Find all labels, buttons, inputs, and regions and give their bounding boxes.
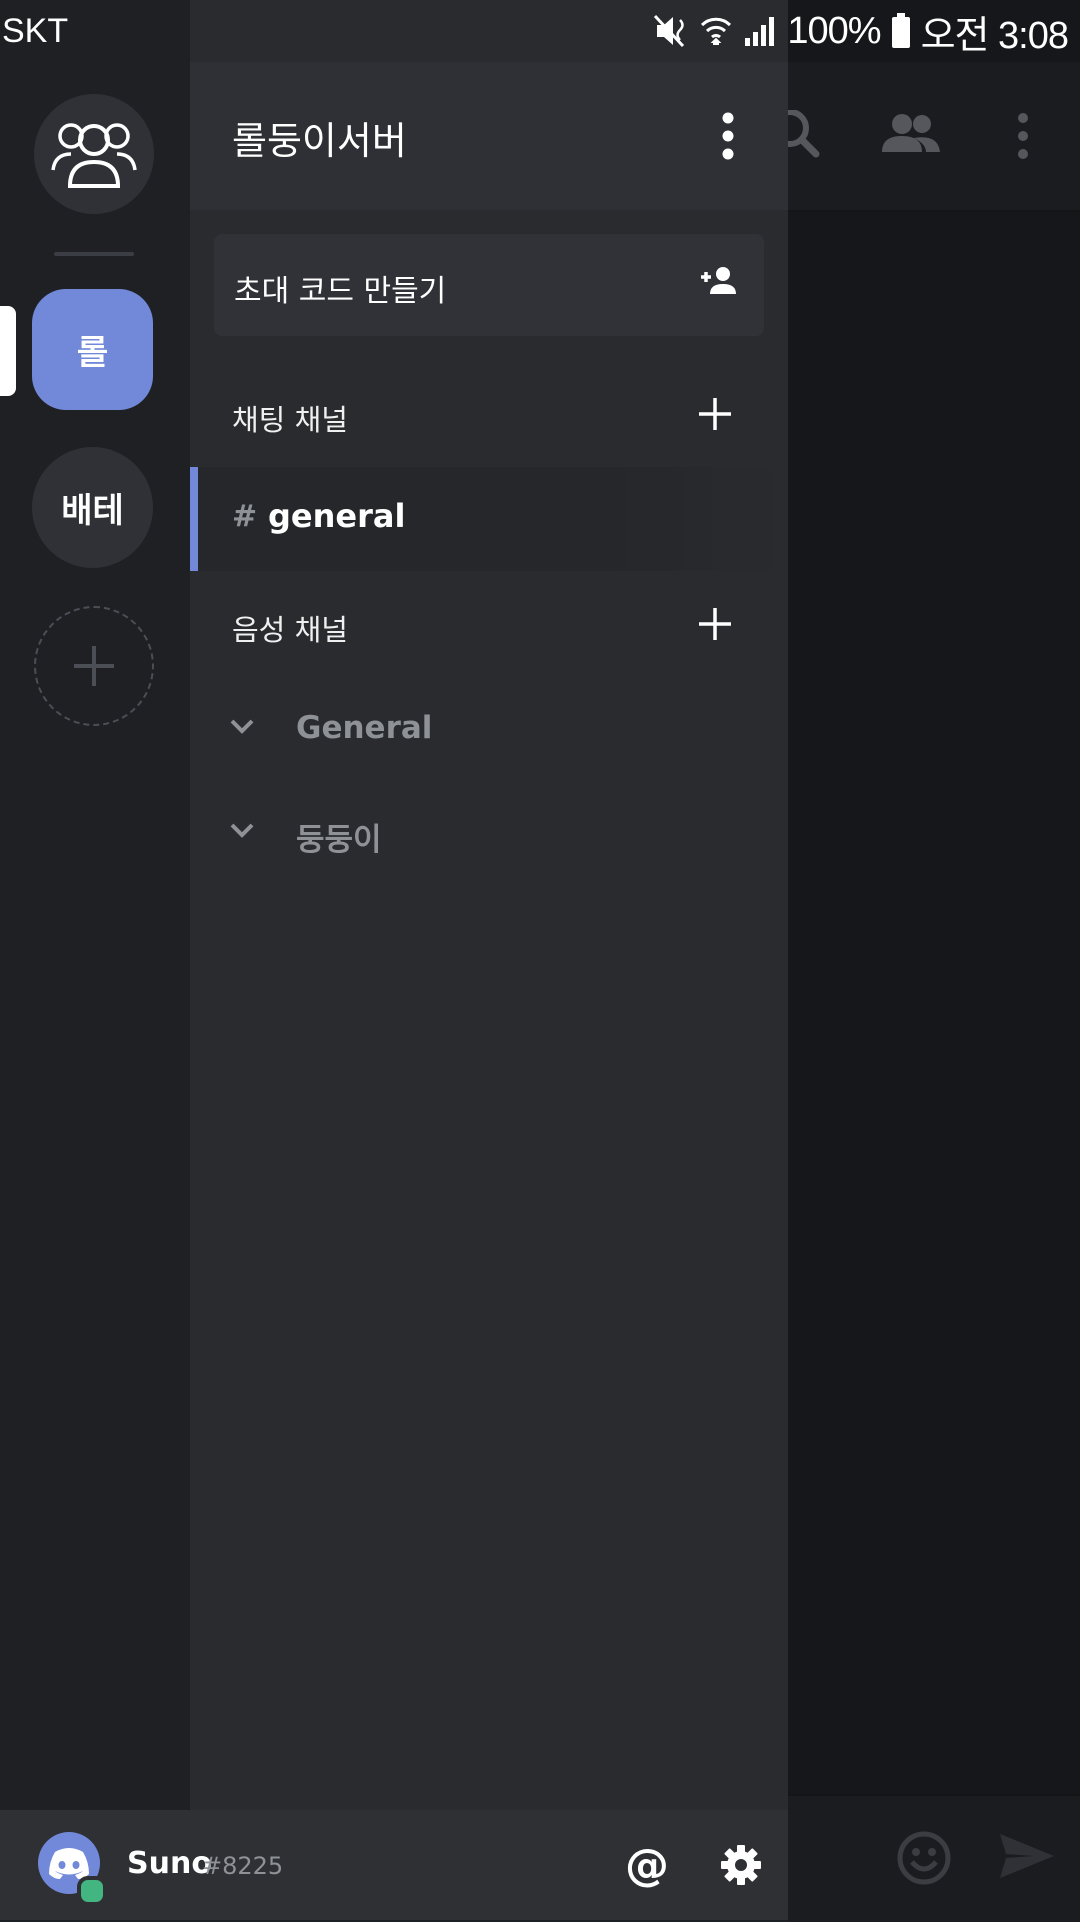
text-channel-category: 채팅 채널	[190, 379, 788, 449]
chevron-down-icon	[230, 718, 254, 734]
online-status-indicator	[77, 1876, 107, 1906]
server-icon-rol[interactable]: 롤	[32, 289, 153, 410]
server-rail: 롤 배테	[0, 0, 190, 1810]
active-server-indicator	[0, 306, 16, 396]
add-voice-channel-icon[interactable]	[696, 605, 734, 643]
voice-category-label: 음성 채널	[232, 613, 348, 647]
rail-separator	[54, 252, 134, 256]
user-panel: Suno #8225 @	[0, 1810, 788, 1920]
channel-item-general[interactable]: # general	[190, 467, 788, 571]
drawer-header[interactable]: 롤둥이서버	[190, 62, 788, 210]
chat-header	[788, 62, 1080, 212]
hash-icon: #	[232, 499, 258, 534]
text-category-label: 채팅 채널	[232, 403, 348, 437]
chat-area	[788, 0, 1080, 1922]
chevron-down-icon	[230, 822, 254, 838]
server-name: 롤둥이서버	[232, 121, 407, 163]
wifi-icon	[699, 14, 733, 48]
user-discriminator: #8225	[202, 1852, 284, 1880]
clock: 오전 3:08	[920, 14, 1069, 57]
server-options-icon[interactable]	[710, 110, 746, 162]
home-button[interactable]	[34, 94, 154, 214]
search-icon[interactable]	[788, 110, 824, 162]
channel-drawer: 롤둥이서버 초대 코드 만들기 채팅 채널 # general 음성 채널 Ge…	[190, 0, 788, 1810]
send-icon[interactable]	[998, 1830, 1056, 1882]
mute-vibrate-icon	[653, 14, 689, 48]
mentions-button[interactable]: @	[625, 1840, 669, 1891]
carrier-label: SKT	[2, 11, 69, 50]
status-bar: SKT 100% 오전 3:08	[0, 0, 1080, 62]
settings-gear-icon[interactable]	[720, 1844, 762, 1886]
create-invite-button[interactable]: 초대 코드 만들기	[214, 234, 764, 336]
battery-icon	[891, 13, 911, 49]
friends-icon	[49, 114, 139, 194]
more-icon[interactable]	[1016, 110, 1030, 162]
voice-channel-name: General	[296, 710, 433, 746]
member-list-icon[interactable]	[880, 110, 942, 162]
voice-channel-general[interactable]: General	[190, 680, 788, 780]
invite-label: 초대 코드 만들기	[234, 274, 447, 309]
message-composer	[788, 1794, 1080, 1922]
add-server-button[interactable]	[34, 606, 154, 726]
server-icon-bate[interactable]: 배테	[32, 447, 153, 568]
discord-logo-icon	[47, 1846, 91, 1880]
signal-icon	[743, 14, 777, 48]
username: Suno	[127, 1846, 212, 1881]
voice-channel-dungdungi[interactable]: 둥둥이	[190, 784, 788, 884]
channel-name: general	[268, 497, 406, 535]
add-person-icon	[700, 266, 736, 296]
plus-icon	[72, 644, 116, 688]
voice-channel-name: 둥둥이	[296, 822, 382, 858]
add-text-channel-icon[interactable]	[696, 395, 734, 433]
emoji-icon[interactable]	[896, 1830, 952, 1886]
selected-channel-indicator	[190, 467, 198, 571]
voice-channel-category: 음성 채널	[190, 589, 788, 659]
battery-percent: 100%	[787, 9, 881, 52]
